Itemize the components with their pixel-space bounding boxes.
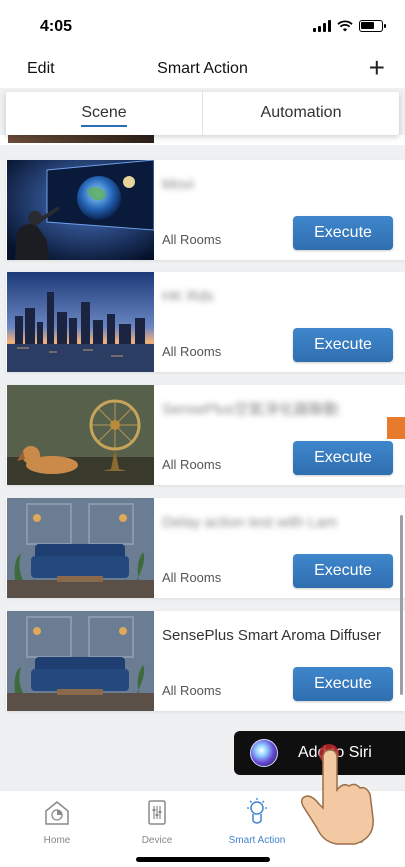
scene-image (7, 611, 154, 711)
scene-title: SensePlus空氣淨化器聯動 (162, 401, 339, 418)
status-icons (313, 20, 386, 32)
tab-scene-label: Scene (81, 104, 127, 121)
scene-title: HK Rds (162, 288, 214, 305)
scene-list[interactable]: Movi All Rooms Execute HK Rds All Rooms … (0, 135, 405, 790)
scene-rooms: All Rooms (162, 457, 222, 472)
tabbar-home[interactable]: Home (17, 797, 97, 846)
scene-rooms: All Rooms (162, 344, 222, 359)
active-tab-indicator (81, 125, 127, 127)
scene-title: Delay action test with Lam (162, 514, 338, 531)
list-item[interactable]: SensePlus Smart Aroma Diffuser All Rooms… (6, 611, 405, 711)
tabbar-home-label: Home (43, 835, 71, 846)
execute-button[interactable]: Execute (293, 667, 393, 701)
status-time: 4:05 (40, 18, 73, 35)
smart-action-icon (247, 798, 267, 824)
scrollbar[interactable] (400, 515, 403, 695)
list-item[interactable]: Delay action test with Lam All Rooms Exe… (6, 498, 405, 598)
scene-image (7, 160, 154, 260)
scene-rooms: All Rooms (162, 232, 222, 247)
siri-icon (250, 739, 278, 767)
battery-icon (359, 20, 386, 32)
list-item[interactable]: HK Rds All Rooms Execute (6, 272, 405, 372)
segment-tabs: Scene Automation (6, 92, 399, 135)
status-bar: 4:05 (0, 0, 405, 52)
scene-rooms: All Rooms (162, 683, 222, 698)
scene-title: SensePlus Smart Aroma Diffuser (162, 627, 381, 644)
execute-button[interactable]: Execute (293, 216, 393, 250)
tabbar-device-label: Device (141, 835, 173, 846)
scene-title: Movi (162, 176, 194, 193)
tab-automation-label: Automation (260, 104, 342, 121)
tab-automation[interactable]: Automation (203, 92, 399, 135)
scene-image (7, 272, 154, 372)
wifi-icon (337, 20, 353, 32)
execute-button[interactable]: Execute (293, 441, 393, 475)
home-indicator (136, 857, 270, 862)
execute-button[interactable]: Execute (293, 328, 393, 362)
scene-image (7, 385, 154, 485)
execute-button[interactable]: Execute (293, 554, 393, 588)
side-marker (387, 417, 405, 439)
tap-hand-icon (300, 744, 374, 845)
device-icon (148, 800, 166, 825)
tabbar-device[interactable]: Device (117, 797, 197, 846)
tab-scene[interactable]: Scene (6, 92, 203, 135)
nav-bar: Edit Smart Action + (0, 52, 405, 88)
add-icon[interactable]: + (369, 54, 385, 82)
page-title: Smart Action (157, 60, 248, 77)
list-item[interactable]: SensePlus空氣淨化器聯動 All Rooms Execute (6, 385, 405, 485)
list-item[interactable]: Movi All Rooms Execute (6, 160, 405, 260)
signal-icon (313, 20, 331, 32)
home-icon (45, 801, 69, 825)
tabbar-smart-action-label: Smart Action (228, 835, 286, 846)
scene-image (7, 498, 154, 598)
scene-rooms: All Rooms (162, 570, 222, 585)
tabbar-smart-action[interactable]: Smart Action (217, 797, 297, 846)
list-item-partial (0, 135, 405, 145)
